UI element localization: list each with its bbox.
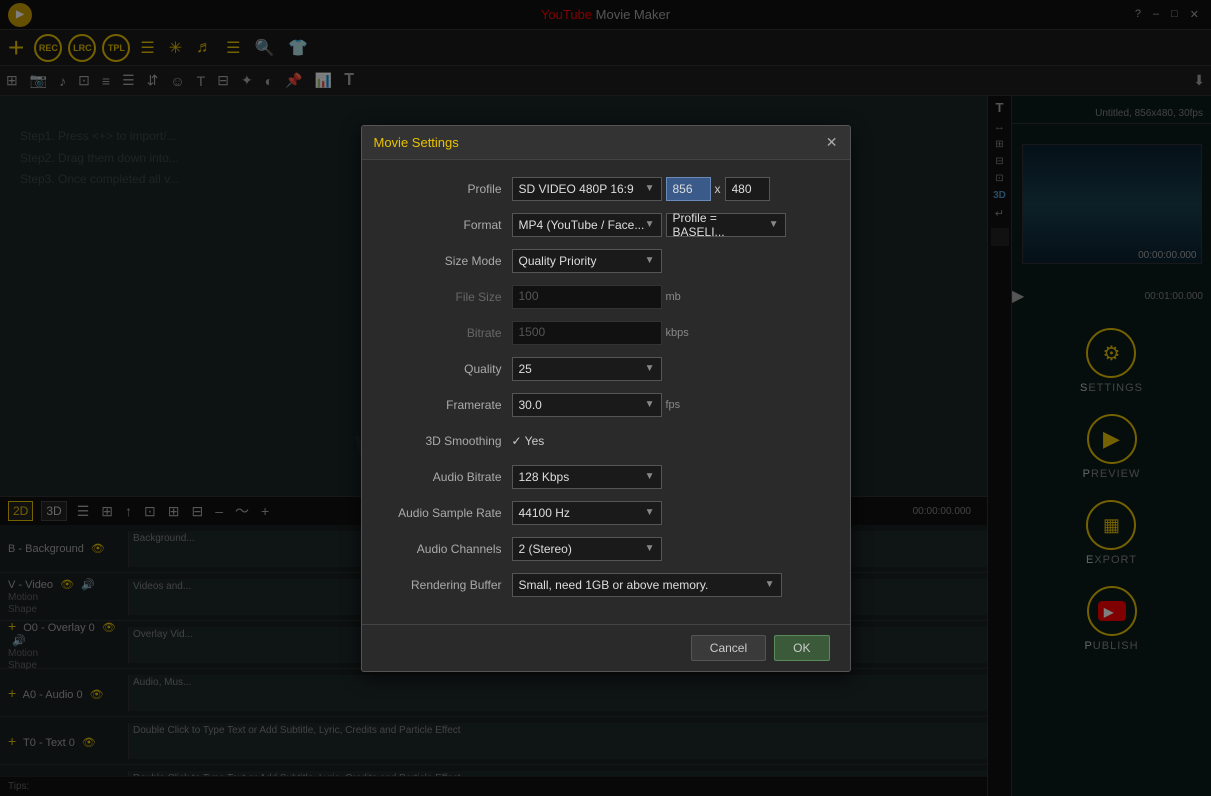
audio-bitrate-control: 128 Kbps ▼ [512,465,830,489]
smoothing-control: ✓ Yes [512,434,830,448]
modal-header: Movie Settings ✕ [362,126,850,160]
audio-sample-label: Audio Sample Rate [382,506,512,520]
render-buffer-control: Small, need 1GB or above memory. ▼ [512,573,830,597]
profile-label: Profile [382,182,512,196]
modal-close-button[interactable]: ✕ [826,134,838,151]
audio-channels-control: 2 (Stereo) ▼ [512,537,830,561]
modal-overlay: Movie Settings ✕ Profile SD VIDEO 480P 1… [0,0,1211,796]
smoothing-value: ✓ Yes [512,434,545,448]
format-label: Format [382,218,512,232]
render-buffer-label: Rendering Buffer [382,578,512,592]
profile-width-input[interactable] [666,177,711,201]
modal-title: Movie Settings [374,135,459,150]
audio-bitrate-select[interactable]: 128 Kbps ▼ [512,465,662,489]
audio-bitrate-row: Audio Bitrate 128 Kbps ▼ [382,464,830,490]
quality-label: Quality [382,362,512,376]
profile-height-input[interactable] [725,177,770,201]
framerate-row: Framerate 30.0 ▼ fps [382,392,830,418]
file-size-unit: mb [666,291,681,303]
framerate-unit: fps [666,399,681,411]
bitrate-control: 1500 kbps [512,321,830,345]
framerate-control: 30.0 ▼ fps [512,393,830,417]
audio-channels-label: Audio Channels [382,542,512,556]
framerate-select[interactable]: 30.0 ▼ [512,393,662,417]
modal-body: Profile SD VIDEO 480P 16:9 ▼ x Format MP… [362,160,850,624]
audio-channels-select[interactable]: 2 (Stereo) ▼ [512,537,662,561]
framerate-label: Framerate [382,398,512,412]
bitrate-unit: kbps [666,327,689,339]
audio-bitrate-label: Audio Bitrate [382,470,512,484]
format-profile-select[interactable]: Profile = BASELI... ▼ [666,213,786,237]
audio-channels-row: Audio Channels 2 (Stereo) ▼ [382,536,830,562]
size-mode-select[interactable]: Quality Priority ▼ [512,249,662,273]
file-size-input: 100 [512,285,662,309]
profile-select[interactable]: SD VIDEO 480P 16:9 ▼ [512,177,662,201]
audio-sample-row: Audio Sample Rate 44100 Hz ▼ [382,500,830,526]
bitrate-row: Bitrate 1500 kbps [382,320,830,346]
modal-footer: Cancel OK [362,624,850,671]
file-size-label: File Size [382,290,512,304]
file-size-row: File Size 100 mb [382,284,830,310]
audio-sample-select[interactable]: 44100 Hz ▼ [512,501,662,525]
bitrate-label: Bitrate [382,326,512,340]
render-buffer-select[interactable]: Small, need 1GB or above memory. ▼ [512,573,782,597]
profile-control: SD VIDEO 480P 16:9 ▼ x [512,177,830,201]
size-mode-control: Quality Priority ▼ [512,249,830,273]
smoothing-label: 3D Smoothing [382,434,512,448]
size-mode-row: Size Mode Quality Priority ▼ [382,248,830,274]
smoothing-row: 3D Smoothing ✓ Yes [382,428,830,454]
quality-row: Quality 25 ▼ [382,356,830,382]
format-row: Format MP4 (YouTube / Face... ▼ Profile … [382,212,830,238]
movie-settings-modal: Movie Settings ✕ Profile SD VIDEO 480P 1… [361,125,851,672]
bitrate-input: 1500 [512,321,662,345]
size-mode-label: Size Mode [382,254,512,268]
render-buffer-row: Rendering Buffer Small, need 1GB or abov… [382,572,830,598]
profile-x-label: x [715,182,721,196]
format-select[interactable]: MP4 (YouTube / Face... ▼ [512,213,662,237]
cancel-button[interactable]: Cancel [691,635,766,661]
ok-button[interactable]: OK [774,635,829,661]
file-size-control: 100 mb [512,285,830,309]
audio-sample-control: 44100 Hz ▼ [512,501,830,525]
quality-control: 25 ▼ [512,357,830,381]
quality-select[interactable]: 25 ▼ [512,357,662,381]
profile-row: Profile SD VIDEO 480P 16:9 ▼ x [382,176,830,202]
format-control: MP4 (YouTube / Face... ▼ Profile = BASEL… [512,213,830,237]
